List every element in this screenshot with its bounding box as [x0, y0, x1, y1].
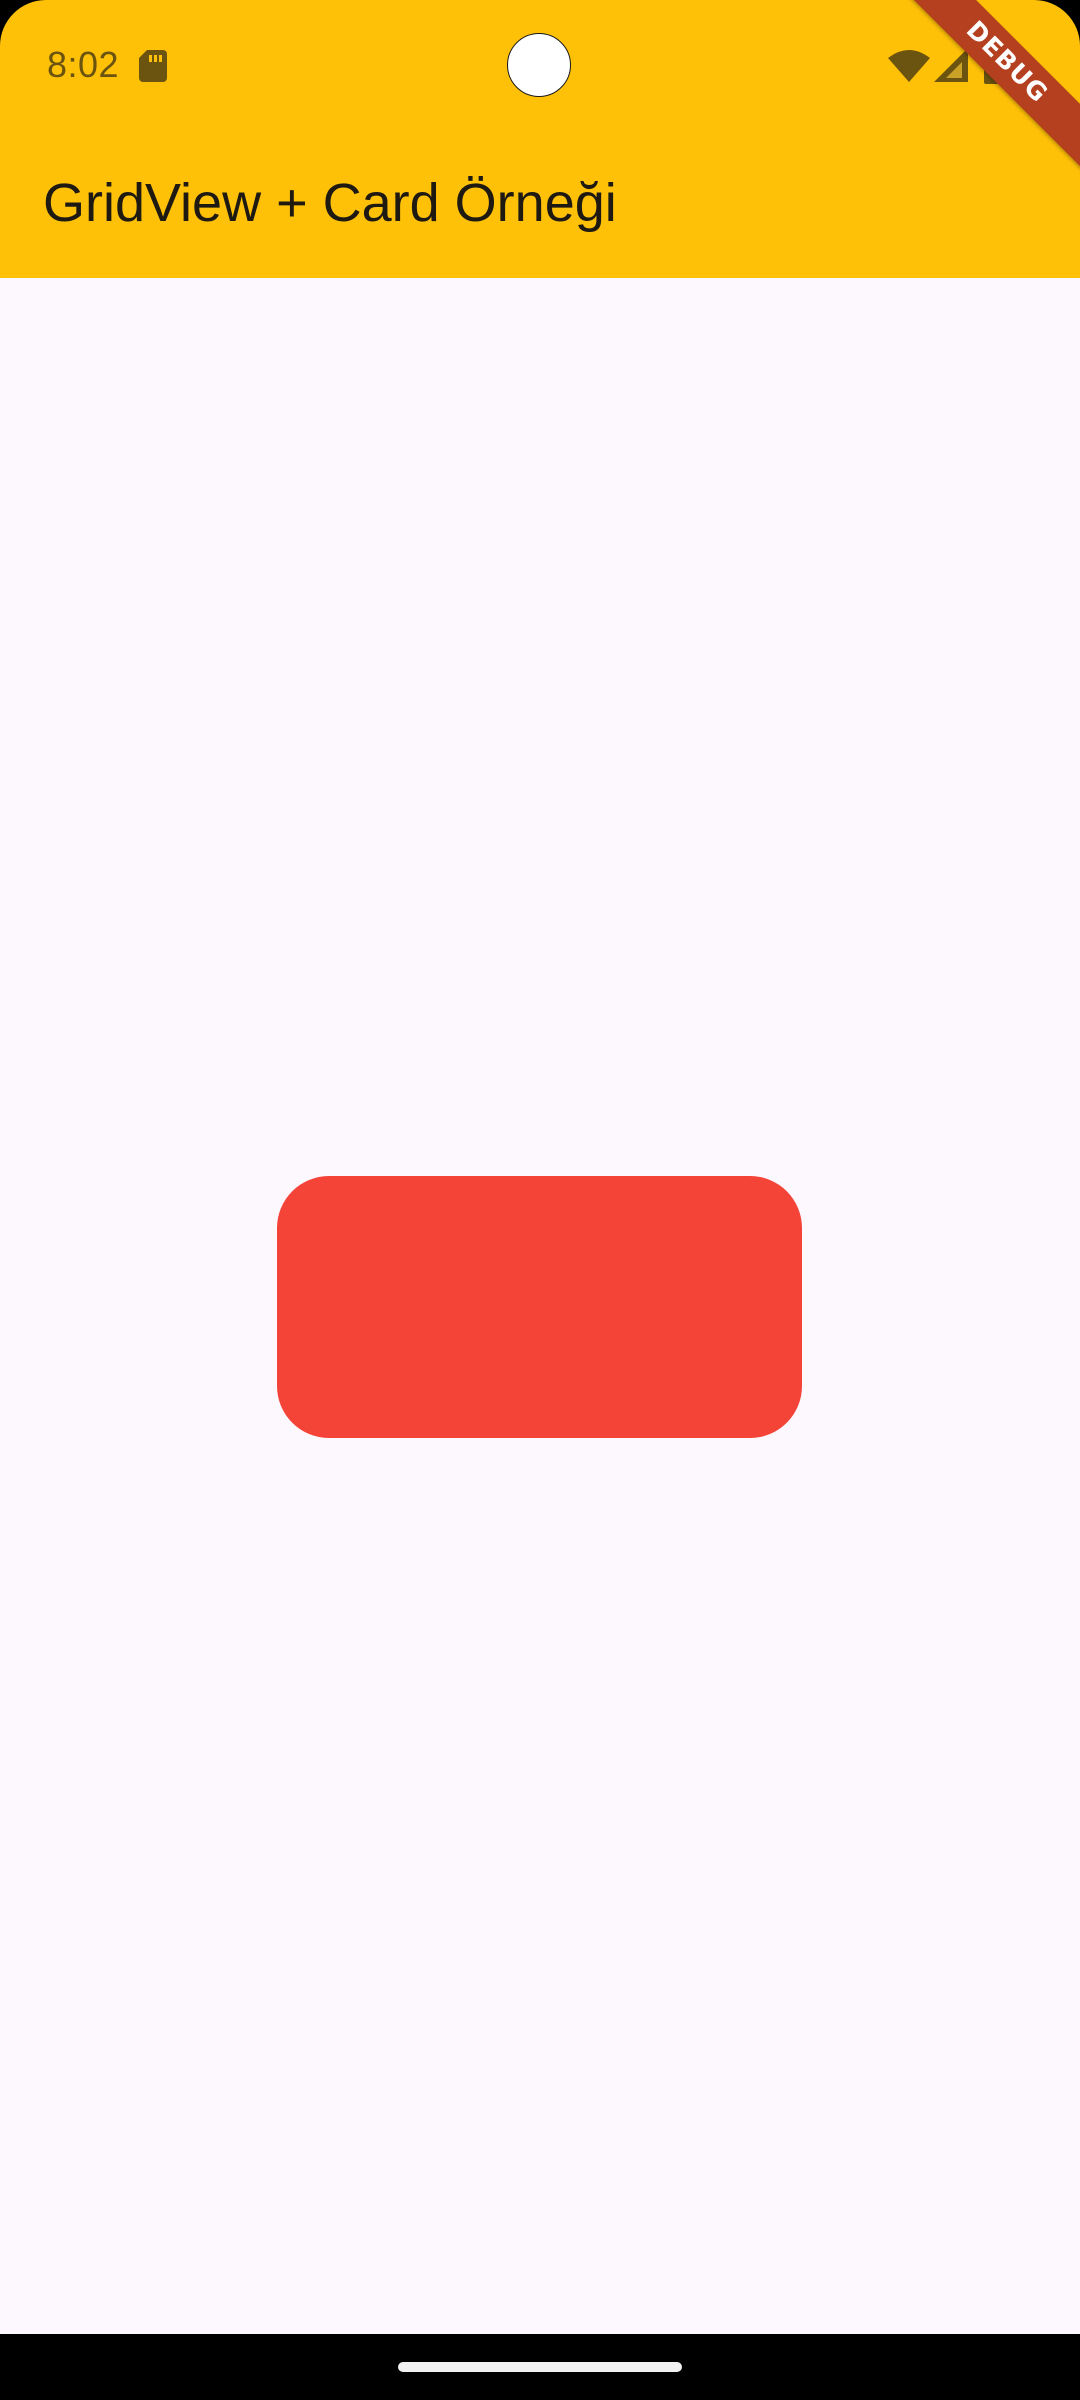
red-card[interactable]: [277, 1176, 802, 1438]
camera-cutout: [507, 33, 571, 97]
grid-view: [0, 278, 1080, 2334]
phone-screen: 8:02 GridView + Card Örneği DEBUG: [0, 0, 1080, 2400]
wifi-icon: [888, 50, 930, 82]
status-bar: 8:02: [0, 0, 1080, 134]
status-time: 8:02: [47, 44, 120, 85]
home-indicator[interactable]: [398, 2362, 682, 2372]
app-title: GridView + Card Örneği: [43, 173, 617, 233]
sd-card-icon: [139, 50, 167, 82]
cell-signal-icon: [934, 48, 968, 82]
navigation-bar: [0, 2334, 1080, 2400]
app-bar: 8:02 GridView + Card Örneği DEBUG: [0, 0, 1080, 278]
